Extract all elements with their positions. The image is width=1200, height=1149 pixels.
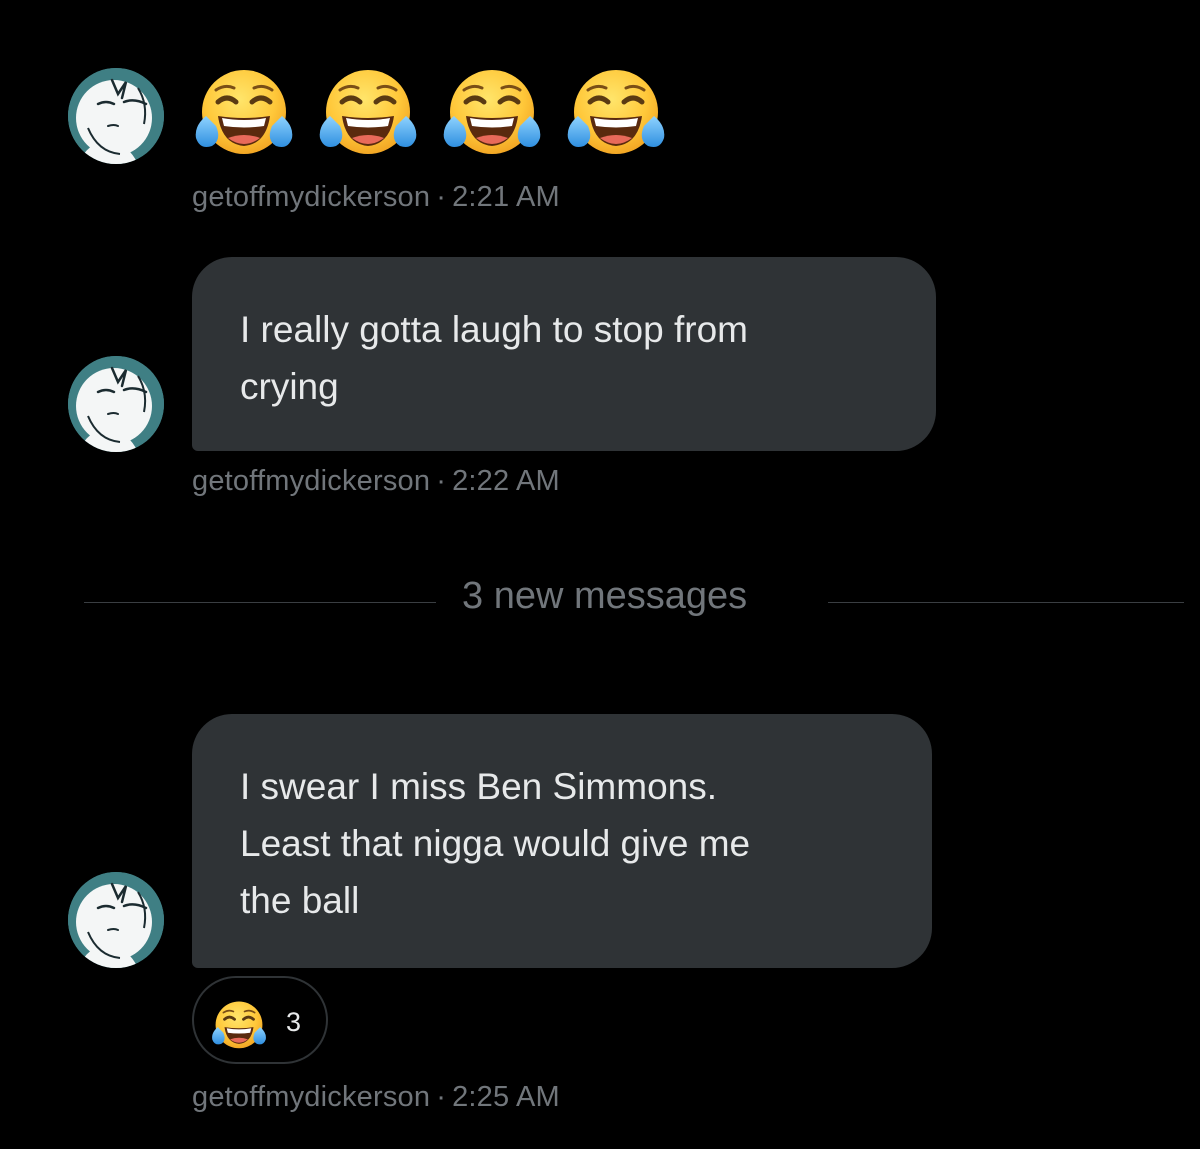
meta-separator: ·: [436, 1081, 447, 1113]
face-with-tears-of-joy-icon: [564, 64, 668, 164]
face-with-tears-of-joy-icon: [192, 64, 296, 164]
face-with-tears-of-joy-icon: [440, 64, 544, 164]
timestamp: 2:21 AM: [452, 181, 560, 213]
username[interactable]: getoffmydickerson: [192, 465, 430, 497]
face-with-tears-of-joy-icon: [210, 998, 268, 1054]
avatar-image: [68, 68, 164, 164]
reaction-pill[interactable]: 3: [192, 976, 328, 1064]
emoji-message[interactable]: [192, 64, 668, 164]
timestamp: 2:25 AM: [452, 1081, 560, 1113]
avatar[interactable]: [68, 356, 164, 452]
avatar-image: [68, 356, 164, 452]
meta-separator: ·: [436, 181, 447, 213]
message-bubble[interactable]: I swear I miss Ben Simmons. Least that n…: [192, 714, 932, 968]
message-meta: getoffmydickerson · 2:21 AM: [192, 181, 560, 214]
avatar[interactable]: [68, 872, 164, 968]
message-text: I really gotta laugh to stop from: [240, 309, 748, 350]
reaction-count: 3: [286, 1007, 302, 1037]
message-bubble[interactable]: I really gotta laugh to stop from crying: [192, 257, 936, 451]
avatar[interactable]: [68, 68, 164, 164]
message-text: crying: [240, 366, 339, 407]
avatar-image: [68, 872, 164, 968]
message-text: Least that nigga would give me: [240, 823, 751, 864]
message-meta: getoffmydickerson · 2:22 AM: [192, 465, 560, 498]
face-with-tears-of-joy-icon: [316, 64, 420, 164]
meta-separator: ·: [436, 465, 447, 497]
new-messages-label: 3 new messages: [462, 575, 748, 617]
new-messages-divider: 3 new messages: [0, 575, 1200, 627]
username[interactable]: getoffmydickerson: [192, 181, 430, 213]
message-text: I swear I miss Ben Simmons.: [240, 766, 718, 807]
username[interactable]: getoffmydickerson: [192, 1081, 430, 1113]
divider-line: [84, 602, 436, 603]
message-meta: getoffmydickerson · 2:25 AM: [192, 1081, 560, 1114]
message-text: the ball: [240, 880, 360, 921]
divider-line: [828, 602, 1184, 603]
timestamp: 2:22 AM: [452, 465, 560, 497]
